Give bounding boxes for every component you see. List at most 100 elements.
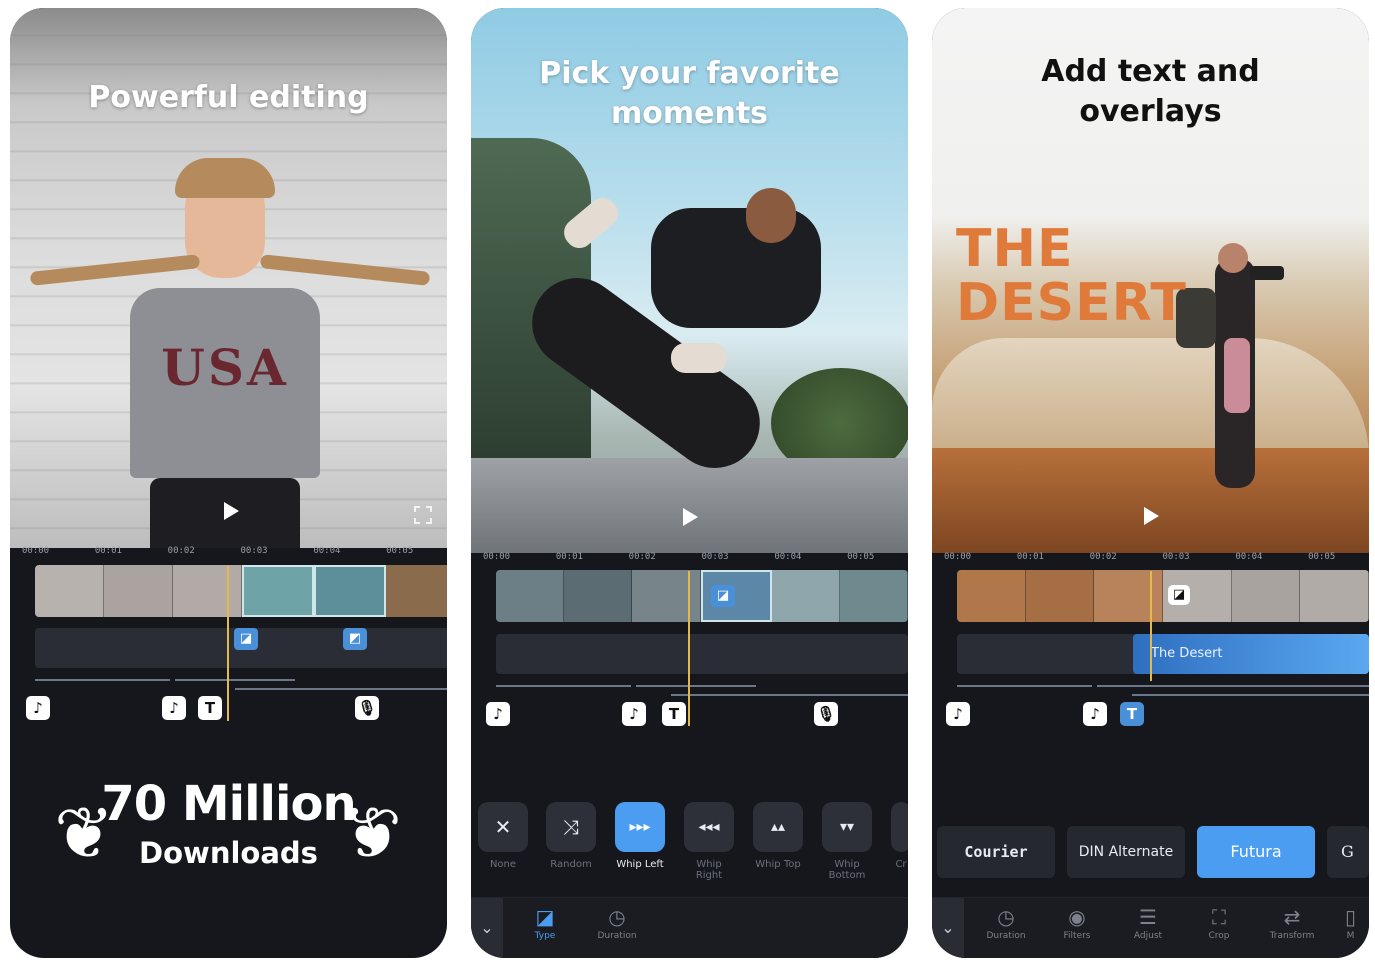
transition-label: Whip Right <box>695 859 723 881</box>
video-clip-strip[interactable] <box>35 565 447 617</box>
crop-icon: ⛶ <box>1212 905 1226 929</box>
bottom-toolbar: ⌄ ◪ Type ◷ Duration <box>471 897 908 958</box>
timecode: 00:04 <box>313 546 341 556</box>
timecode: 00:04 <box>774 552 802 562</box>
whip-top-icon: ▴▴ <box>753 802 803 852</box>
bottom-toolbar: ⌄ ◷ Duration ◉ Filters ☰ Adjust ⛶ Crop ⇄… <box>932 897 1369 958</box>
timecode: 00:03 <box>240 546 268 556</box>
chevron-down-icon[interactable]: ⌄ <box>932 898 964 958</box>
fullscreen-icon[interactable] <box>414 506 432 524</box>
tool-adjust[interactable]: ☰ Adjust <box>1118 904 1178 941</box>
overlay-title-line1: THE <box>956 219 1074 279</box>
tool-type[interactable]: ◪ Type <box>515 904 575 941</box>
video-preview[interactable]: THE DESERT Add text and overlays <box>932 8 1369 553</box>
video-preview[interactable]: USA Powerful editing <box>10 8 447 548</box>
timecode: 00:00 <box>483 552 511 562</box>
text-icon[interactable]: T <box>1120 702 1144 726</box>
headline: Pick your favorite moments <box>539 56 840 131</box>
font-courier[interactable]: Courier <box>937 826 1055 878</box>
tool-label: M <box>1346 931 1355 941</box>
text-clip[interactable]: The Desert <box>1133 634 1369 674</box>
music-icon[interactable]: ♪ <box>946 702 970 726</box>
tool-duration[interactable]: ◷ Duration <box>587 904 647 941</box>
timecode: 00:03 <box>1162 552 1190 562</box>
music-icon[interactable]: ♪ <box>486 702 510 726</box>
music-icon[interactable]: ♪ <box>162 696 186 720</box>
tool-duration[interactable]: ◷ Duration <box>976 904 1036 941</box>
screen-text-overlays: THE DESERT Add text and overlays 00:00 0… <box>932 8 1369 958</box>
transform-icon: ⇄ <box>1283 905 1301 929</box>
font-din-alternate[interactable]: DIN Alternate <box>1067 826 1185 878</box>
transition-icon[interactable]: ◪ <box>711 585 735 607</box>
mic-icon[interactable]: 🎙 <box>355 696 379 720</box>
tool-transform[interactable]: ⇄ Transform <box>1262 904 1322 941</box>
music-icon[interactable]: ♪ <box>622 702 646 726</box>
overlay-title-line2: DESERT <box>956 273 1187 333</box>
timecode: 00:01 <box>555 552 583 562</box>
play-icon[interactable] <box>683 508 698 526</box>
headline: Add text and overlays <box>1041 54 1260 129</box>
tool-crop[interactable]: ⛶ Crop <box>1189 904 1249 941</box>
music-icon[interactable]: ♪ <box>1083 702 1107 726</box>
transition-whip-bottom[interactable]: ▾▾ Whip Bottom <box>822 802 872 881</box>
type-icon: ◪ <box>535 905 555 929</box>
tool-filters[interactable]: ◉ Filters <box>1047 904 1107 941</box>
play-icon[interactable] <box>224 502 239 520</box>
transition-none[interactable]: ✕ None <box>478 802 528 870</box>
timecode: 00:02 <box>167 546 195 556</box>
timecode: 00:00 <box>944 552 972 562</box>
timecode: 00:01 <box>1016 552 1044 562</box>
music-icon[interactable]: ♪ <box>26 696 50 720</box>
timecode: 00:03 <box>701 552 729 562</box>
chevron-down-icon[interactable]: ⌄ <box>471 898 503 958</box>
tool-label: Type <box>534 931 556 941</box>
transition-whip-left[interactable]: ▸▸▸ Whip Left <box>615 802 665 870</box>
tool-label: Adjust <box>1133 931 1163 941</box>
video-clip-strip[interactable] <box>496 570 908 622</box>
clock-icon: ◷ <box>997 905 1015 929</box>
timecode: 00:05 <box>386 546 414 556</box>
transition-partial[interactable]: Cr <box>891 802 908 870</box>
transition-label: Whip Top <box>755 859 801 870</box>
timecode: 00:01 <box>94 546 122 556</box>
transition-label: Random <box>550 859 592 870</box>
transition-icon[interactable]: ◩ <box>343 628 367 650</box>
transition-icon[interactable]: ◪ <box>1168 585 1190 605</box>
video-preview[interactable]: Pick your favorite moments <box>471 8 908 553</box>
transition-random[interactable]: ⤨ Random <box>546 802 596 870</box>
transition-label: None <box>489 859 517 870</box>
sliders-icon: ☰ <box>1139 905 1157 929</box>
text-icon[interactable]: T <box>662 702 686 726</box>
overlay-track[interactable] <box>496 634 908 674</box>
downloads-number: 70 Million <box>101 776 356 832</box>
tool-partial[interactable]: ▯ M <box>1332 904 1369 941</box>
tool-label: Crop <box>1208 931 1230 941</box>
time-ruler: 00:00 00:01 00:02 00:03 00:04 00:05 <box>471 552 908 568</box>
mic-icon[interactable]: 🎙 <box>814 702 838 726</box>
playhead[interactable] <box>1150 571 1152 681</box>
whip-bottom-icon: ▾▾ <box>822 802 872 852</box>
filters-icon: ◉ <box>1068 905 1086 929</box>
whip-left-icon: ▸▸▸ <box>615 802 665 852</box>
time-ruler: 00:00 00:01 00:02 00:03 00:04 00:05 <box>10 546 447 562</box>
transition-icon[interactable]: ◪ <box>234 628 258 650</box>
screen-powerful-editing: USA Powerful editing 00:00 00:01 00:02 0… <box>10 8 447 958</box>
text-icon[interactable]: T <box>198 696 222 720</box>
overlay-title[interactable]: THE DESERT <box>956 222 1187 330</box>
playhead[interactable] <box>227 566 229 721</box>
timecode: 00:05 <box>1308 552 1336 562</box>
transition-whip-top[interactable]: ▴▴ Whip Top <box>753 802 803 870</box>
font-futura[interactable]: Futura <box>1197 826 1315 878</box>
timecode: 00:02 <box>1089 552 1117 562</box>
font-partial[interactable]: G <box>1327 826 1369 878</box>
timecode: 00:04 <box>1235 552 1263 562</box>
transition-whip-right[interactable]: ◂◂◂ Whip Right <box>684 802 734 881</box>
shuffle-icon: ⤨ <box>546 802 596 852</box>
video-clip-strip[interactable] <box>957 570 1369 622</box>
close-icon: ✕ <box>478 802 528 852</box>
playhead[interactable] <box>688 571 690 726</box>
play-icon[interactable] <box>1144 507 1159 525</box>
tool-label: Duration <box>986 931 1026 941</box>
tool-label: Transform <box>1269 931 1315 941</box>
timecode: 00:00 <box>22 546 50 556</box>
